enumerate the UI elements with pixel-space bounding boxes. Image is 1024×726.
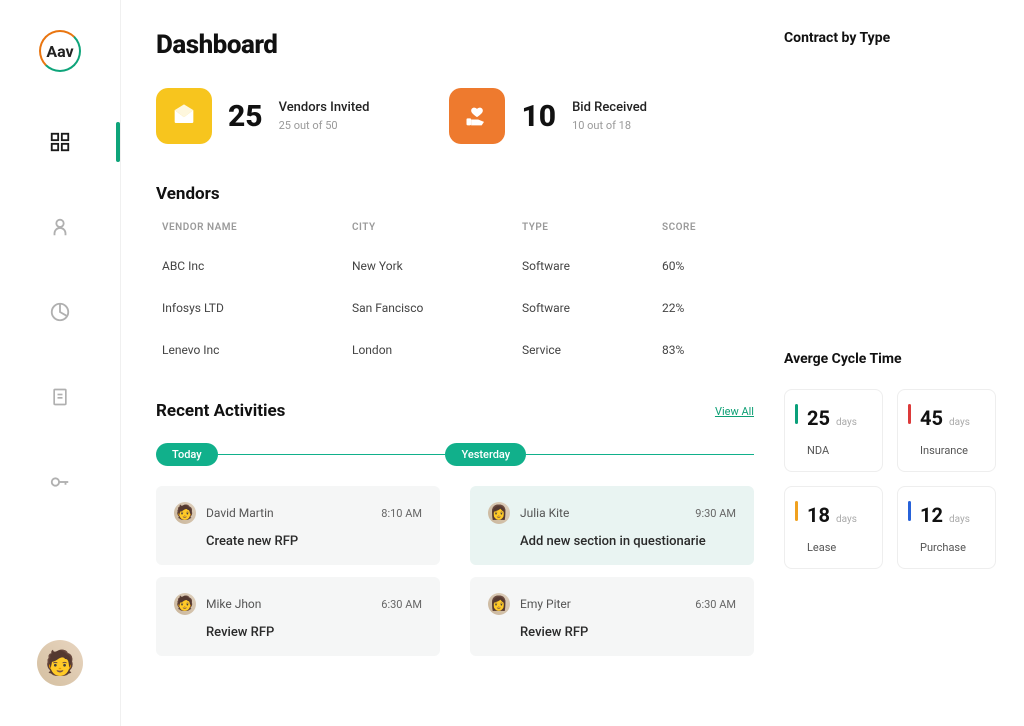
nav-keys[interactable] bbox=[0, 462, 120, 502]
cycle-grid: 25days NDA 45days Insurance 18days Lease… bbox=[784, 389, 996, 569]
nav-analytics[interactable] bbox=[0, 292, 120, 332]
vendors-title: Vendors bbox=[156, 184, 754, 204]
kpi-bid-received: 10 Bid Received 10 out of 18 bbox=[449, 88, 647, 144]
activities-timeline: Today Yesterday bbox=[156, 443, 754, 466]
kpi-value: 10 bbox=[521, 99, 556, 134]
col-header-type: TYPE bbox=[522, 222, 662, 233]
today-pill: Today bbox=[156, 443, 218, 466]
activities-title: Recent Activities bbox=[156, 401, 285, 421]
kpi-row: 25 Vendors Invited 25 out of 50 10 Bid R… bbox=[156, 88, 754, 144]
grid-icon bbox=[48, 130, 72, 154]
user-avatar[interactable]: 🧑 bbox=[37, 640, 83, 686]
kpi-value: 25 bbox=[228, 99, 263, 134]
nav-documents[interactable] bbox=[0, 377, 120, 417]
accent-bar bbox=[908, 404, 911, 424]
activities-header: Recent Activities View All bbox=[156, 401, 754, 421]
accent-bar bbox=[795, 501, 798, 521]
activity-card[interactable]: 👩 Emy Piter 6:30 AM Review RFP bbox=[470, 577, 754, 656]
kpi-label: Vendors Invited bbox=[279, 100, 370, 115]
accent-bar bbox=[908, 501, 911, 521]
cycle-card-lease[interactable]: 18days Lease bbox=[784, 486, 883, 569]
avatar: 👩 bbox=[488, 502, 510, 524]
sidebar-nav bbox=[0, 122, 120, 502]
avatar: 🧑 bbox=[174, 593, 196, 615]
page-title: Dashboard bbox=[156, 30, 754, 60]
cycle-card-insurance[interactable]: 45days Insurance bbox=[897, 389, 996, 472]
col-header-city: CITY bbox=[352, 222, 522, 233]
nav-dashboard[interactable] bbox=[0, 122, 120, 162]
kpi-label: Bid Received bbox=[572, 100, 647, 115]
hand-heart-icon bbox=[449, 88, 505, 144]
cycle-card-purchase[interactable]: 12days Purchase bbox=[897, 486, 996, 569]
table-row[interactable]: Lenevo Inc London Service 83% bbox=[156, 329, 754, 371]
activity-card[interactable]: 👩 Julia Kite 9:30 AM Add new section in … bbox=[470, 486, 754, 565]
accent-bar bbox=[795, 404, 798, 424]
main-content: Dashboard 25 Vendors Invited 25 out of 5… bbox=[121, 0, 784, 726]
activity-card[interactable]: 🧑 Mike Jhon 6:30 AM Review RFP bbox=[156, 577, 440, 656]
table-row[interactable]: ABC Inc New York Software 60% bbox=[156, 245, 754, 287]
contract-by-type-title: Contract by Type bbox=[784, 30, 996, 46]
logo: Aav bbox=[39, 30, 81, 72]
yesterday-column: 👩 Julia Kite 9:30 AM Add new section in … bbox=[470, 486, 754, 656]
col-header-score: SCORE bbox=[662, 222, 722, 233]
avatar: 👩 bbox=[488, 593, 510, 615]
right-panel: Contract by Type Averge Cycle Time 25day… bbox=[784, 0, 1024, 726]
kpi-sub: 25 out of 50 bbox=[279, 119, 370, 132]
cycle-time-title: Averge Cycle Time bbox=[784, 351, 996, 367]
yesterday-pill: Yesterday bbox=[445, 443, 526, 466]
avatar: 🧑 bbox=[174, 502, 196, 524]
kpi-vendors-invited: 25 Vendors Invited 25 out of 50 bbox=[156, 88, 369, 144]
key-icon bbox=[48, 470, 72, 494]
view-all-link[interactable]: View All bbox=[715, 405, 754, 418]
kpi-sub: 10 out of 18 bbox=[572, 119, 647, 132]
nav-users[interactable] bbox=[0, 207, 120, 247]
col-header-name: VENDOR NAME bbox=[162, 222, 352, 233]
table-header: VENDOR NAME CITY TYPE SCORE bbox=[156, 222, 754, 245]
vendors-table: VENDOR NAME CITY TYPE SCORE ABC Inc New … bbox=[156, 222, 754, 371]
pie-icon bbox=[48, 300, 72, 324]
activity-card[interactable]: 🧑 David Martin 8:10 AM Create new RFP bbox=[156, 486, 440, 565]
cycle-card-nda[interactable]: 25days NDA bbox=[784, 389, 883, 472]
sidebar: Aav 🧑 bbox=[0, 0, 120, 726]
document-icon bbox=[48, 385, 72, 409]
today-column: 🧑 David Martin 8:10 AM Create new RFP 🧑 … bbox=[156, 486, 440, 656]
table-row[interactable]: Infosys LTD San Fancisco Software 22% bbox=[156, 287, 754, 329]
user-icon bbox=[48, 215, 72, 239]
activity-columns: 🧑 David Martin 8:10 AM Create new RFP 🧑 … bbox=[156, 486, 754, 656]
envelope-icon bbox=[156, 88, 212, 144]
